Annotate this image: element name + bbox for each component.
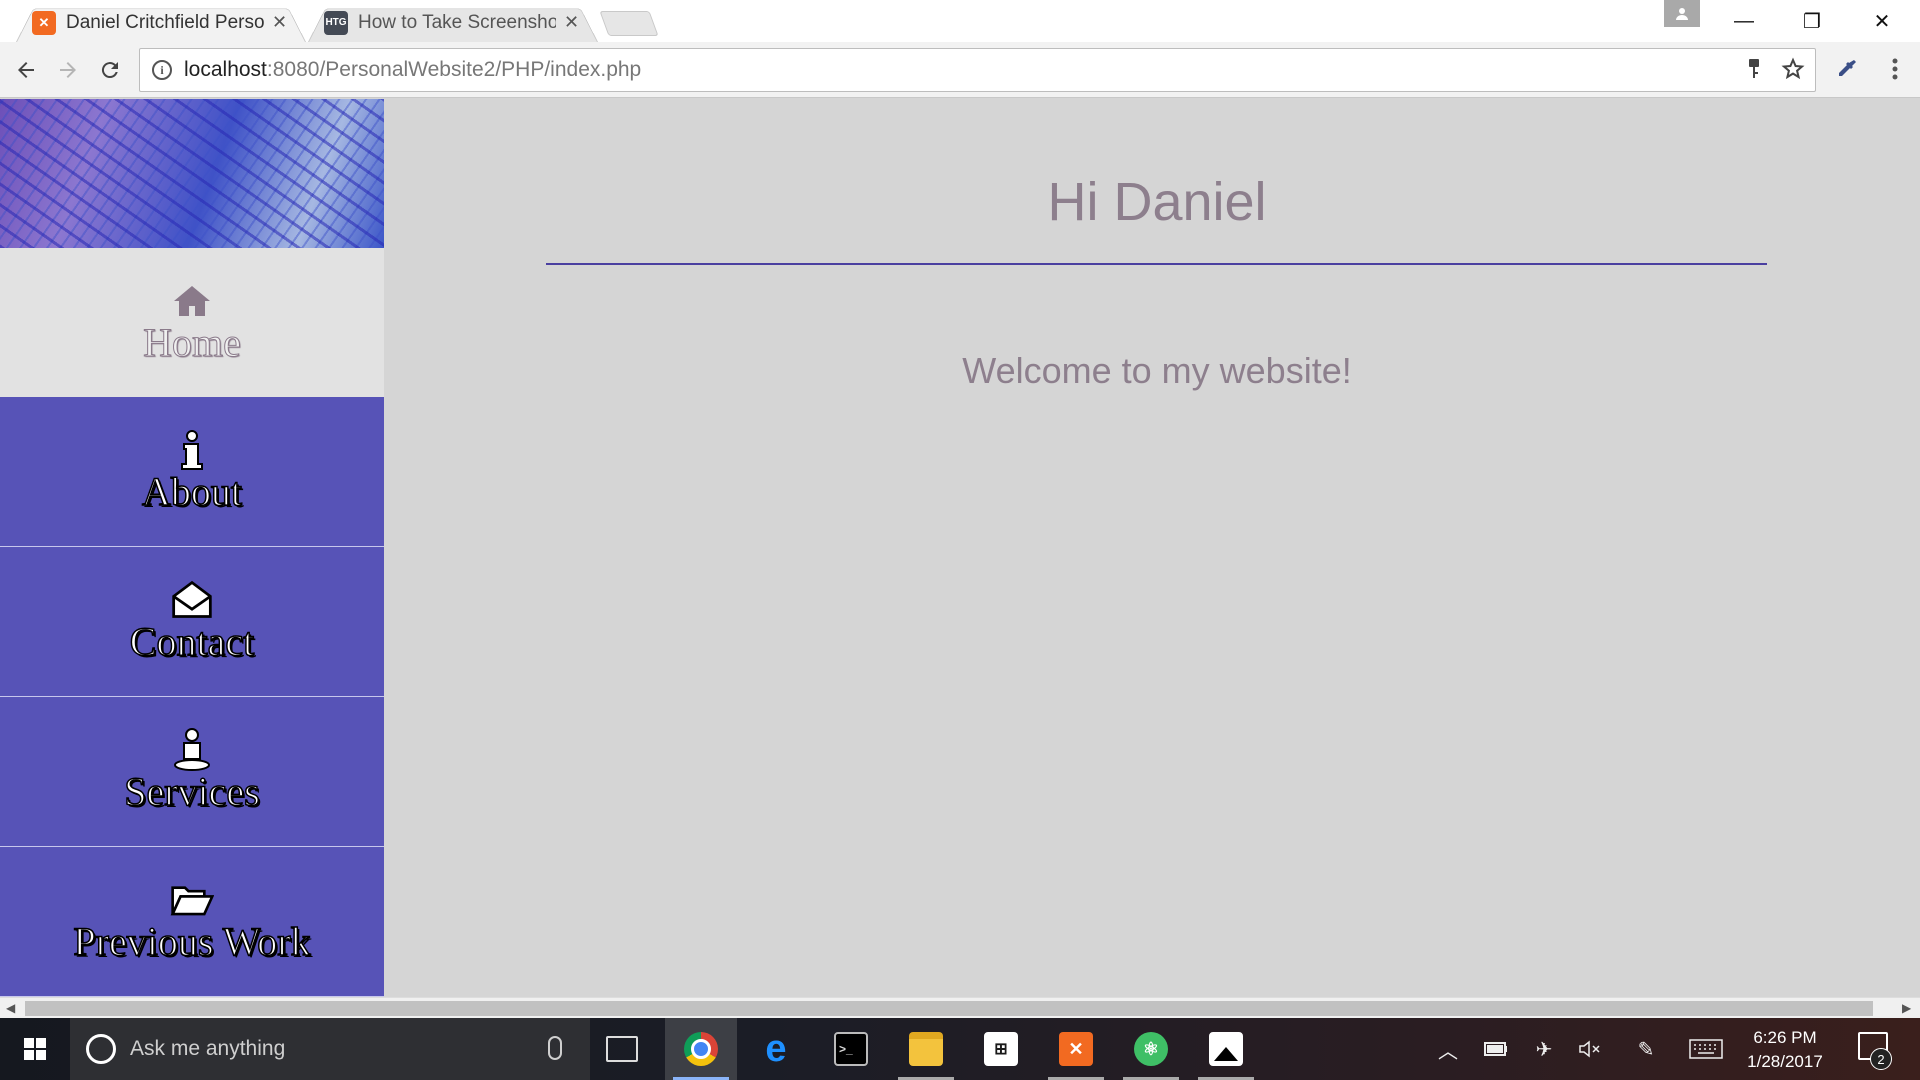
taskbar-app-chrome[interactable]: [665, 1018, 737, 1080]
microphone-icon[interactable]: [548, 1036, 562, 1060]
airplane-mode-icon[interactable]: ✈: [1526, 1018, 1562, 1080]
circuit-banner-image: [0, 99, 384, 248]
arrow-right-icon: [60, 62, 76, 78]
cortana-icon: [86, 1034, 116, 1064]
back-button[interactable]: [6, 50, 46, 90]
tab-title: Daniel Critchfield Personal Website: [66, 11, 264, 33]
arrow-left-icon: [18, 62, 34, 78]
clock-date: 1/28/2017: [1747, 1052, 1823, 1071]
key-icon[interactable]: [1745, 57, 1763, 88]
taskbar-app-atom[interactable]: ⚛: [1115, 1018, 1187, 1080]
info-icon[interactable]: i: [152, 60, 172, 80]
atom-icon: ⚛: [1134, 1032, 1168, 1066]
nav-item-previous-work[interactable]: Previous Work: [0, 847, 384, 997]
nav-label: Home: [143, 320, 242, 366]
page-title: Hi Daniel: [1047, 172, 1267, 232]
star-icon[interactable]: [1781, 57, 1805, 88]
keyboard-icon[interactable]: [1686, 1018, 1726, 1080]
windows-logo-icon: [24, 1038, 46, 1060]
taskbar-app-edge[interactable]: e: [740, 1018, 812, 1080]
nav-label: Previous Work: [73, 918, 312, 965]
notification-count-badge: 2: [1870, 1048, 1892, 1070]
browser-tab-strip: ✕ Daniel Critchfield Personal Website ✕ …: [0, 0, 1920, 42]
home-icon: [170, 279, 214, 323]
chevron-up-icon[interactable]: ︿: [1430, 1018, 1466, 1080]
start-button[interactable]: [0, 1018, 70, 1080]
main-content: Hi Daniel Welcome to my website!: [384, 99, 1920, 997]
xampp-icon: ✕: [32, 10, 56, 35]
photos-icon: [1209, 1032, 1243, 1066]
profile-icon[interactable]: [1664, 0, 1700, 27]
taskbar-app-photos[interactable]: [1190, 1018, 1262, 1080]
forward-button[interactable]: [48, 50, 88, 90]
scrollbar-thumb[interactable]: [25, 1001, 1873, 1016]
page-viewport: Home About Contact Services Previous Wor: [0, 99, 1920, 997]
minimize-button[interactable]: —: [1710, 0, 1778, 42]
tab-inactive[interactable]: HTG How to Take Screenshots in Windows 1…: [308, 3, 598, 42]
taskbar-app-xampp[interactable]: ✕: [1040, 1018, 1112, 1080]
reload-icon: [101, 62, 118, 79]
file-explorer-icon: [909, 1032, 943, 1066]
person-icon: [170, 728, 214, 772]
task-view-icon[interactable]: [606, 1036, 638, 1062]
nav-label: Contact: [129, 618, 255, 665]
htg-icon: HTG: [324, 10, 348, 35]
close-icon[interactable]: ✕: [272, 12, 287, 33]
clock-time: 6:26 PM: [1753, 1028, 1817, 1047]
nav-item-contact[interactable]: Contact: [0, 547, 384, 697]
url-text[interactable]: localhost:8080/PersonalWebsite2/PHP/inde…: [184, 58, 641, 82]
folder-open-icon: [170, 878, 214, 922]
windows-taskbar: Ask me anything e >_ ⊞ ✕ ⚛ ︿ ✈ ✎ 6:26 PM…: [0, 1018, 1920, 1080]
envelope-icon: [170, 578, 214, 622]
kebab-menu-icon[interactable]: [1880, 52, 1910, 86]
site-sidebar: Home About Contact Services Previous Wor: [0, 99, 384, 997]
tab-active[interactable]: ✕ Daniel Critchfield Personal Website ✕: [16, 3, 306, 42]
nav-label: Services: [123, 768, 260, 815]
scroll-left-icon[interactable]: ◀: [6, 1001, 15, 1015]
taskbar-app-store[interactable]: ⊞: [965, 1018, 1037, 1080]
taskbar-app-file-explorer[interactable]: [890, 1018, 962, 1080]
horizontal-scrollbar[interactable]: ◀ ▶: [0, 997, 1920, 1018]
browser-toolbar: i localhost:8080/PersonalWebsite2/PHP/in…: [0, 42, 1920, 98]
nav-label: About: [141, 468, 243, 515]
address-bar[interactable]: i localhost:8080/PersonalWebsite2/PHP/in…: [139, 48, 1816, 92]
edge-icon: e: [765, 1027, 787, 1070]
info-icon: [170, 428, 214, 472]
terminal-icon: >_: [834, 1032, 868, 1066]
taskbar-app-terminal[interactable]: >_: [815, 1018, 887, 1080]
nav-item-about[interactable]: About: [0, 397, 384, 547]
store-icon: ⊞: [984, 1032, 1018, 1066]
close-icon[interactable]: ✕: [564, 12, 579, 33]
xampp-icon: ✕: [1059, 1032, 1093, 1066]
nav-item-home[interactable]: Home: [0, 248, 384, 397]
cortana-search-box[interactable]: Ask me anything: [70, 1018, 590, 1080]
scroll-right-icon[interactable]: ▶: [1902, 1001, 1911, 1015]
new-tab-button[interactable]: [599, 11, 659, 36]
heading-divider: [546, 263, 1767, 265]
battery-icon[interactable]: [1478, 1018, 1514, 1080]
eyedropper-icon[interactable]: [1832, 54, 1862, 84]
chrome-icon: [684, 1032, 718, 1066]
welcome-text: Welcome to my website!: [962, 350, 1352, 391]
close-window-button[interactable]: ✕: [1848, 0, 1916, 42]
nav-item-services[interactable]: Services: [0, 697, 384, 847]
pen-icon[interactable]: ✎: [1628, 1018, 1664, 1080]
volume-muted-icon[interactable]: [1572, 1018, 1608, 1080]
reload-button[interactable]: [90, 50, 130, 90]
search-placeholder: Ask me anything: [130, 1037, 286, 1060]
maximize-button[interactable]: ❐: [1778, 0, 1846, 42]
system-clock[interactable]: 6:26 PM 1/28/2017: [1735, 1026, 1835, 1074]
tab-title: How to Take Screenshots in Windows 10: [358, 11, 556, 33]
